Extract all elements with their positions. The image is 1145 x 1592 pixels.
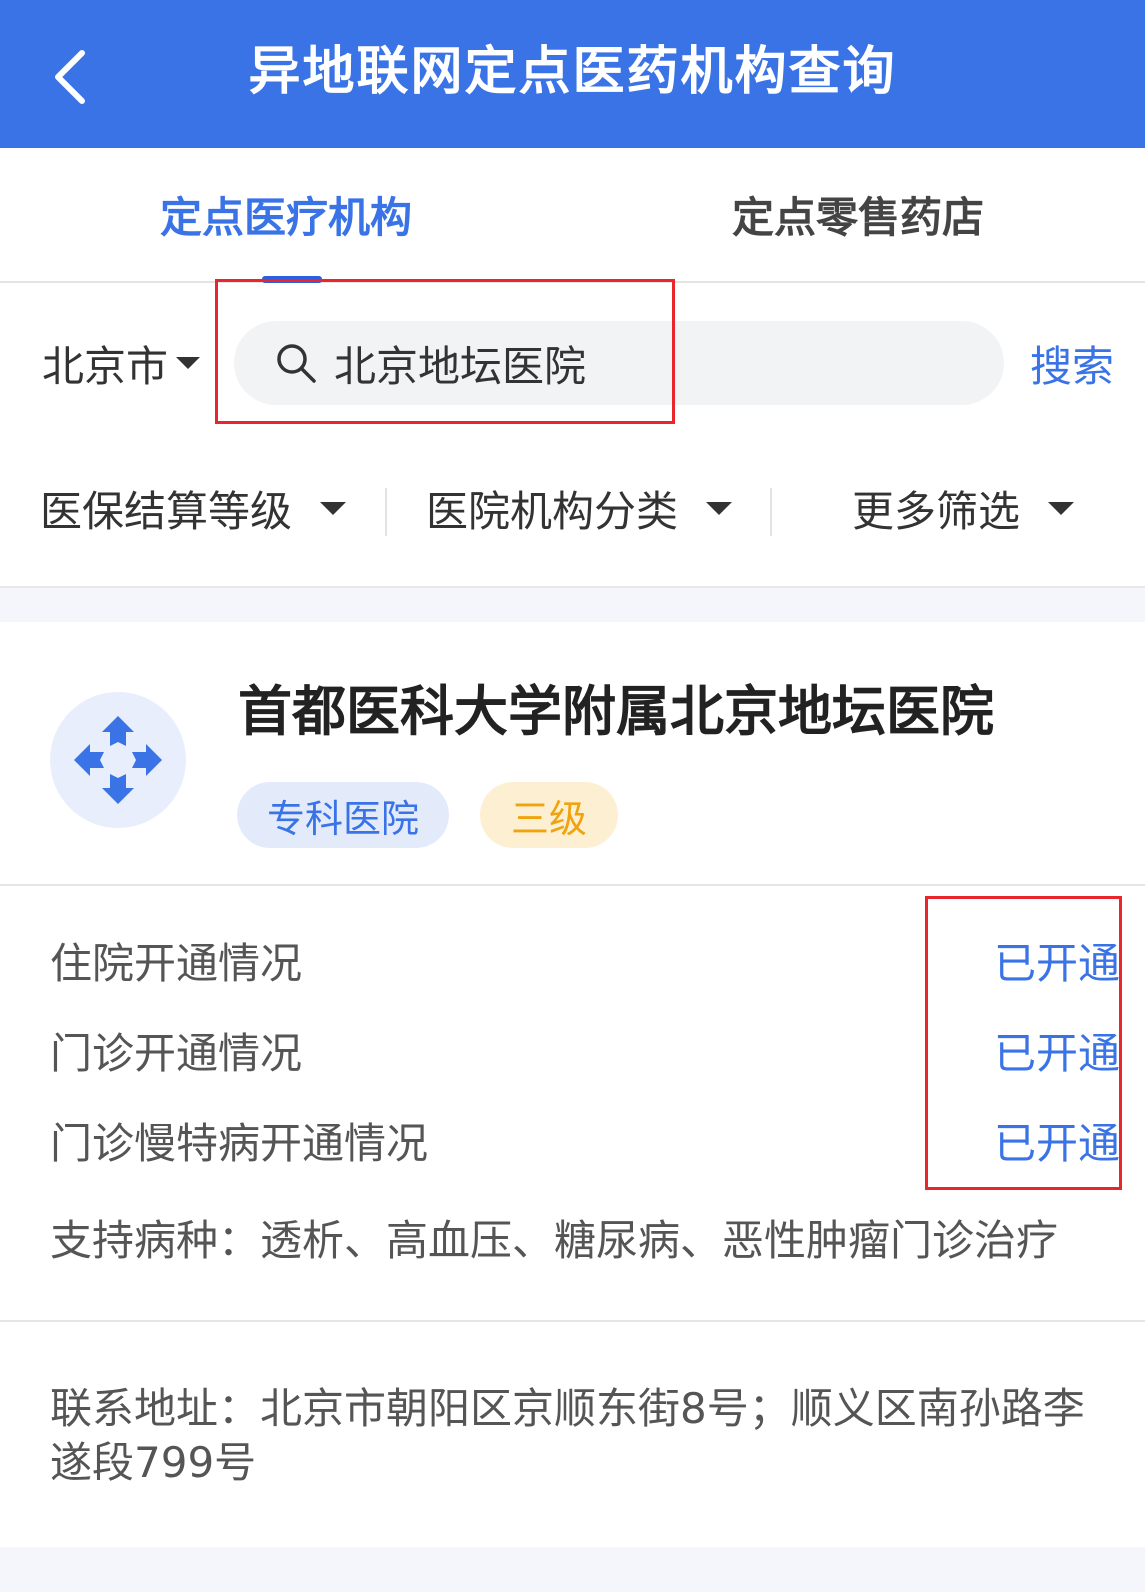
tab-label: 定点零售药店 [731, 193, 984, 242]
page-title: 异地联网定点医药机构查询 [248, 42, 897, 102]
search-panel: 北京市 北京地坛医院 搜索 医保结算等级 医院机构分类 更多筛选 [0, 279, 1145, 588]
active-tab-indicator [262, 276, 322, 283]
search-icon [277, 344, 316, 383]
status-value[interactable]: 已开通 [994, 1020, 1120, 1081]
card-divider [0, 884, 1145, 886]
medical-cross-icon [74, 716, 162, 804]
contact-address: 联系地址：北京市朝阳区京顺东街8号；顺义区南孙路李遂段799号 [50, 1384, 1085, 1487]
tab-medical-institutions[interactable]: 定点医疗机构 [0, 148, 572, 281]
card-divider [0, 1320, 1145, 1322]
filter-label: 医院机构分类 [426, 486, 679, 536]
caret-down-icon [320, 501, 347, 515]
city-selector[interactable]: 北京市 [42, 333, 201, 393]
filter-bar: 医保结算等级 医院机构分类 更多筛选 [0, 458, 1145, 558]
row-label: 住院开通情况 [50, 938, 303, 988]
status-value[interactable]: 已开通 [994, 1110, 1120, 1171]
hospital-level-badge: 三级 [480, 782, 618, 848]
hospital-type-badge: 专科医院 [237, 782, 449, 848]
filter-divider [770, 488, 772, 536]
status-value[interactable]: 已开通 [994, 930, 1120, 991]
supported-diseases: 支持病种：透析、高血压、糖尿病、恶性肿瘤门诊治疗 [50, 1216, 1059, 1265]
filter-institution-category[interactable]: 医院机构分类 [426, 458, 733, 558]
search-query: 北京地坛医院 [334, 341, 587, 391]
caret-down-icon [1048, 501, 1075, 515]
row-label: 门诊慢特病开通情况 [50, 1118, 429, 1168]
caret-down-icon [176, 357, 201, 369]
inpatient-status-row: 住院开通情况 已开通 [50, 930, 1120, 990]
hospital-name: 首都医科大学附属北京地坛医院 [238, 680, 994, 743]
app-header: 异地联网定点医药机构查询 [0, 0, 1145, 148]
chronic-disease-status-row: 门诊慢特病开通情况 已开通 [50, 1110, 1120, 1170]
search-input[interactable]: 北京地坛医院 [234, 321, 1004, 405]
search-button[interactable]: 搜索 [1030, 333, 1114, 393]
caret-down-icon [706, 501, 733, 515]
city-label: 北京市 [42, 341, 169, 391]
tab-bar: 定点医疗机构 定点零售药店 [0, 148, 1145, 283]
filter-settlement-level[interactable]: 医保结算等级 [40, 458, 347, 558]
filter-divider [385, 488, 387, 536]
tab-label: 定点医疗机构 [159, 193, 412, 242]
filter-label: 更多筛选 [852, 486, 1021, 536]
tab-retail-pharmacies[interactable]: 定点零售药店 [572, 148, 1144, 281]
filter-label: 医保结算等级 [40, 486, 293, 536]
filter-more[interactable]: 更多筛选 [852, 458, 1075, 558]
outpatient-status-row: 门诊开通情况 已开通 [50, 1020, 1120, 1080]
row-label: 门诊开通情况 [50, 1028, 303, 1078]
hospital-logo [50, 692, 186, 828]
result-card[interactable]: 首都医科大学附属北京地坛医院 专科医院 三级 住院开通情况 已开通 门诊开通情况… [0, 622, 1145, 1547]
